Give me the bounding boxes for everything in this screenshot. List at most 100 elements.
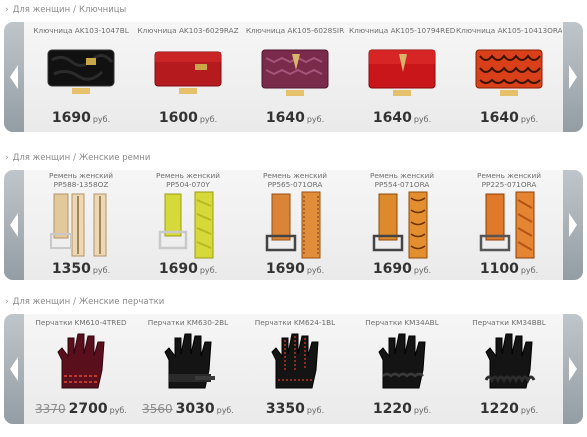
product-name[interactable]: Ремень женский PP504-070Y [135, 171, 241, 189]
currency-label: руб. [306, 266, 325, 275]
price-value: 1690 [51, 110, 91, 126]
breadcrumb-current[interactable]: Женские ремни [79, 153, 150, 163]
glove-image[interactable] [369, 330, 435, 392]
product-price: 3560 3030 руб. [135, 398, 241, 417]
breadcrumb-separator: / [73, 153, 77, 163]
glove-image[interactable] [262, 330, 328, 392]
product-name-line1[interactable]: Ремень женский [242, 171, 348, 180]
glove-image[interactable] [155, 330, 221, 392]
product-card[interactable]: Ремень женский PP504-070Y 1690 руб. [135, 170, 241, 280]
breadcrumb-chevron-icon: › [5, 297, 9, 307]
carousel-prev-button[interactable] [4, 170, 24, 280]
breadcrumb-current[interactable]: Ключницы [79, 5, 126, 15]
product-price: 1640 руб. [349, 107, 455, 126]
product-name[interactable]: Ремень женский PP225-071ORA [456, 171, 562, 189]
breadcrumb-chevron-icon: › [5, 153, 9, 163]
product-card[interactable]: Ключница AK103-1047BL 1690 руб. [28, 22, 134, 132]
currency-label: руб. [520, 406, 539, 415]
price-value: 2700 [68, 401, 108, 417]
product-name[interactable]: Ключница AK103-6029RAZ [135, 26, 241, 35]
carousel-prev-button[interactable] [4, 22, 24, 132]
product-name-line2[interactable]: PP504-070Y [135, 180, 241, 189]
product-name[interactable]: Ремень женский PP565-071ORA [242, 171, 348, 189]
product-price: 1690 руб. [28, 107, 134, 126]
product-card[interactable]: Перчатки KM630-2BL 3560 3030 руб. [135, 314, 241, 424]
currency-label: руб. [92, 266, 111, 275]
product-card[interactable]: Ключница AK105-6028SIR 1640 руб. [242, 22, 348, 132]
product-price: 1220 руб. [456, 398, 562, 417]
product-name-line1[interactable]: Ремень женский [349, 171, 455, 180]
product-name[interactable]: Перчатки KM34BBL [456, 318, 562, 327]
price-value: 1690 [265, 261, 305, 277]
product-name[interactable]: Ремень женский PP588-1358OZ [28, 171, 134, 189]
belt-image[interactable] [157, 190, 219, 260]
product-card[interactable]: Ремень женский PP225-071ORA 1100 руб. [456, 170, 562, 280]
price-value: 1100 [479, 261, 519, 277]
belt-image[interactable] [371, 190, 433, 260]
product-price: 1690 руб. [135, 258, 241, 277]
carousel-next-button[interactable] [563, 22, 583, 132]
currency-label: руб. [520, 115, 539, 124]
product-price: 3350 руб. [242, 398, 348, 417]
wallet-image[interactable] [149, 40, 227, 100]
price-value: 1640 [372, 110, 412, 126]
wallet-image[interactable] [470, 40, 548, 100]
product-name[interactable]: Ключница AK105-10413ORA [456, 26, 562, 35]
product-card[interactable]: Перчатки KM34ABL 1220 руб. [349, 314, 455, 424]
product-name[interactable]: Перчатки KM624-1BL [242, 318, 348, 327]
product-card[interactable]: Ремень женский PP565-071ORA 1690 руб. [242, 170, 348, 280]
product-name[interactable]: Ключница AK103-1047BL [28, 26, 134, 35]
product-card[interactable]: Ремень женский PP554-071ORA 1690 руб. [349, 170, 455, 280]
glove-image[interactable] [48, 330, 114, 392]
chevron-left-icon [10, 357, 18, 381]
product-name[interactable]: Ключница AK105-10794RED [349, 26, 455, 35]
product-name[interactable]: Ключница AK105-6028SIR [242, 26, 348, 35]
carousel-next-button[interactable] [563, 314, 583, 424]
chevron-right-icon [569, 65, 577, 89]
carousel-next-button[interactable] [563, 170, 583, 280]
product-price: 1600 руб. [135, 107, 241, 126]
product-name[interactable]: Перчатки KM34ABL [349, 318, 455, 327]
currency-label: руб. [413, 266, 432, 275]
product-name[interactable]: Перчатки KM630-2BL [135, 318, 241, 327]
breadcrumb-current[interactable]: Женские перчатки [79, 297, 164, 307]
breadcrumb-link[interactable]: Для женщин [13, 5, 70, 15]
product-name[interactable]: Перчатки KM610-4TRED [28, 318, 134, 327]
product-name-line2[interactable]: PP225-071ORA [456, 180, 562, 189]
carousel-prev-button[interactable] [4, 314, 24, 424]
product-card[interactable]: Ключница AK105-10794RED 1640 руб. [349, 22, 455, 132]
product-name-line1[interactable]: Ремень женский [28, 171, 134, 180]
belt-image[interactable] [264, 190, 326, 260]
wallet-image[interactable] [363, 40, 441, 100]
product-name-line2[interactable]: PP554-071ORA [349, 180, 455, 189]
product-card[interactable]: Перчатки KM610-4TRED 3370 2700 руб. [28, 314, 134, 424]
breadcrumb-link[interactable]: Для женщин [13, 153, 70, 163]
product-name-line2[interactable]: PP588-1358OZ [28, 180, 134, 189]
breadcrumb: › Для женщин / Женские ремни [5, 153, 150, 167]
currency-label: руб. [199, 266, 218, 275]
product-name-line1[interactable]: Ремень женский [456, 171, 562, 180]
currency-label: руб. [199, 115, 218, 124]
product-card[interactable]: Перчатки KM34BBL 1220 руб. [456, 314, 562, 424]
wallet-image[interactable] [42, 40, 120, 100]
product-name[interactable]: Ремень женский PP554-071ORA [349, 171, 455, 189]
belt-image[interactable] [478, 190, 540, 260]
product-carousel: Ремень женский PP588-1358OZ 1350 руб. Реме… [4, 170, 583, 280]
breadcrumb: › Для женщин / Женские перчатки [5, 297, 164, 311]
product-name-line1[interactable]: Ремень женский [135, 171, 241, 180]
wallet-image[interactable] [256, 40, 334, 100]
product-price: 1640 руб. [242, 107, 348, 126]
product-card[interactable]: Ключница AK103-6029RAZ 1600 руб. [135, 22, 241, 132]
breadcrumb-link[interactable]: Для женщин [13, 297, 70, 307]
price-value: 1350 [51, 261, 91, 277]
price-value: 1220 [479, 401, 519, 417]
chevron-right-icon [569, 357, 577, 381]
glove-image[interactable] [476, 330, 542, 392]
product-price: 1220 руб. [349, 398, 455, 417]
product-card[interactable]: Ремень женский PP588-1358OZ 1350 руб. [28, 170, 134, 280]
belt-image[interactable] [50, 190, 112, 260]
chevron-left-icon [10, 213, 18, 237]
product-card[interactable]: Перчатки KM624-1BL 3350 руб. [242, 314, 348, 424]
product-card[interactable]: Ключница AK105-10413ORA 1640 руб. [456, 22, 562, 132]
product-name-line2[interactable]: PP565-071ORA [242, 180, 348, 189]
